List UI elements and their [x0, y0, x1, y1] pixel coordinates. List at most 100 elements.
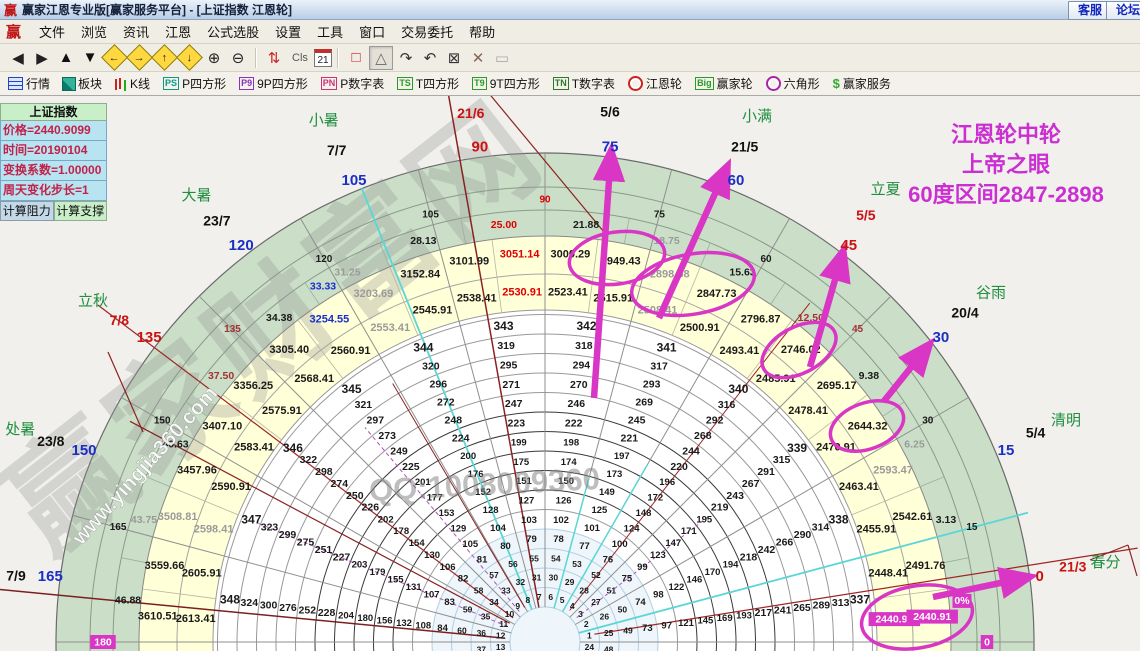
- forum-button[interactable]: 论坛: [1106, 1, 1140, 20]
- triangle-tool-icon[interactable]: △: [369, 45, 393, 70]
- zoom-in-icon[interactable]: ⊕: [203, 47, 225, 69]
- svg-text:246: 246: [568, 398, 586, 410]
- peak-up-icon[interactable]: ▲: [55, 47, 77, 69]
- svg-text:31.25: 31.25: [334, 266, 360, 278]
- svg-text:2560.91: 2560.91: [331, 345, 371, 357]
- badge-icon-P9: P9: [239, 77, 255, 90]
- rotate-cw-icon[interactable]: ↷: [395, 47, 417, 69]
- annotation-line-1: 江恩轮中轮: [950, 122, 1061, 147]
- svg-text:149: 149: [599, 487, 615, 498]
- svg-text:7: 7: [537, 592, 542, 602]
- func-tab-T四方形[interactable]: TS T四方形: [397, 75, 459, 92]
- func-tab-K线[interactable]: K线: [115, 75, 150, 92]
- menu-item-0[interactable]: 文件: [31, 23, 73, 42]
- calc-support-button[interactable]: 计算支撑: [53, 201, 107, 221]
- svg-text:222: 222: [565, 417, 583, 429]
- svg-text:80: 80: [500, 541, 511, 552]
- svg-text:150: 150: [71, 442, 96, 459]
- svg-text:199: 199: [511, 438, 527, 449]
- svg-text:2538.41: 2538.41: [457, 293, 497, 305]
- prev-icon[interactable]: ◀: [7, 47, 29, 69]
- board-icon[interactable]: ▭: [491, 47, 513, 69]
- next-icon[interactable]: ▶: [31, 47, 53, 69]
- gann-wheel-canvas[interactable]: 赢家财富网 1 2 3 4 5 6 7 8 9 10 11 12 13 24 25 26 27 28 29 30 31 32…: [0, 0, 1140, 651]
- svg-text:218: 218: [740, 551, 758, 563]
- svg-text:318: 318: [575, 340, 593, 352]
- svg-text:9.38: 9.38: [859, 370, 880, 382]
- svg-text:29: 29: [565, 577, 575, 587]
- svg-text:76: 76: [603, 555, 614, 566]
- svg-text:121: 121: [678, 618, 695, 629]
- svg-text:33.33: 33.33: [310, 280, 336, 292]
- cls-icon[interactable]: Cls: [287, 47, 313, 69]
- svg-text:344: 344: [413, 341, 433, 355]
- func-tab-9P四方形[interactable]: P9 9P四方形: [239, 75, 308, 92]
- svg-text:296: 296: [430, 378, 448, 390]
- svg-text:300: 300: [260, 599, 278, 611]
- menu-item-9[interactable]: 帮助: [461, 23, 503, 42]
- grid-icon: [8, 77, 23, 90]
- svg-text:267: 267: [742, 478, 760, 490]
- svg-text:81: 81: [477, 555, 488, 566]
- func-tab-赢家服务[interactable]: $ 赢家服务: [833, 75, 891, 92]
- zoom-out-icon[interactable]: ⊖: [227, 47, 249, 69]
- func-tab-板块[interactable]: 板块: [62, 75, 102, 92]
- updown-icon[interactable]: ⇅: [263, 47, 285, 69]
- func-tab-行情[interactable]: 行情: [8, 75, 50, 92]
- func-tab-T数字表[interactable]: TN T数字表: [552, 75, 615, 92]
- svg-text:77: 77: [579, 541, 590, 552]
- svg-text:338: 338: [829, 513, 849, 527]
- menu-item-5[interactable]: 设置: [267, 23, 309, 42]
- svg-text:2: 2: [584, 619, 589, 629]
- cross-icon[interactable]: ✕: [467, 47, 489, 69]
- menu-item-4[interactable]: 公式选股: [199, 23, 267, 42]
- rect-tool-icon[interactable]: □: [345, 47, 367, 69]
- func-tab-赢家轮[interactable]: Big 赢家轮: [695, 75, 753, 92]
- svg-text:180: 180: [357, 613, 373, 624]
- pan-left-icon[interactable]: ←: [101, 44, 128, 71]
- svg-text:2523.41: 2523.41: [548, 287, 588, 299]
- svg-text:337: 337: [850, 593, 870, 607]
- svg-text:12: 12: [496, 630, 506, 640]
- badge-icon-TS: TS: [397, 77, 413, 90]
- svg-text:193: 193: [736, 610, 752, 621]
- svg-text:3407.10: 3407.10: [203, 420, 243, 432]
- svg-text:123: 123: [650, 550, 666, 561]
- svg-text:84: 84: [437, 623, 448, 634]
- menu-item-3[interactable]: 江恩: [157, 23, 199, 42]
- calc-resistance-button[interactable]: 计算阻力: [0, 201, 54, 221]
- menu-item-2[interactable]: 资讯: [115, 23, 157, 42]
- svg-text:204: 204: [338, 610, 355, 621]
- func-tab-江恩轮[interactable]: 江恩轮: [628, 75, 682, 92]
- svg-text:83: 83: [444, 597, 455, 608]
- toolbar-separator: [255, 47, 257, 68]
- svg-text:2695.17: 2695.17: [817, 380, 857, 392]
- svg-text:345: 345: [342, 382, 362, 396]
- calendar-icon[interactable]: 21: [314, 48, 332, 67]
- box-x-icon[interactable]: ⊠: [443, 47, 465, 69]
- rotate-ccw-icon[interactable]: ↶: [419, 47, 441, 69]
- pan-up-icon[interactable]: ↑: [151, 44, 178, 71]
- svg-text:343: 343: [493, 319, 513, 333]
- svg-text:2568.41: 2568.41: [294, 373, 334, 385]
- menu-item-8[interactable]: 交易委托: [393, 23, 461, 42]
- peak-down-icon[interactable]: ▼: [79, 47, 101, 69]
- menu-item-7[interactable]: 窗口: [351, 23, 393, 42]
- func-tab-9T四方形[interactable]: T9 9T四方形: [472, 75, 540, 92]
- svg-text:247: 247: [505, 398, 523, 410]
- svg-text:102: 102: [553, 515, 569, 526]
- menu-item-1[interactable]: 浏览: [73, 23, 115, 42]
- svg-text:55: 55: [529, 553, 539, 563]
- pan-right-icon[interactable]: →: [126, 44, 153, 71]
- svg-text:270: 270: [570, 379, 588, 391]
- svg-text:249: 249: [390, 446, 408, 458]
- svg-text:120: 120: [229, 237, 254, 254]
- func-tab-P四方形[interactable]: PS P四方形: [163, 75, 226, 92]
- menu-item-6[interactable]: 工具: [309, 23, 351, 42]
- func-tab-六角形[interactable]: 六角形: [765, 75, 820, 92]
- svg-text:3356.25: 3356.25: [233, 380, 273, 392]
- pan-down-icon[interactable]: ↓: [176, 44, 203, 71]
- svg-text:2575.91: 2575.91: [262, 405, 302, 417]
- svg-text:30: 30: [549, 573, 559, 583]
- func-tab-P数字表[interactable]: PN P数字表: [320, 75, 384, 92]
